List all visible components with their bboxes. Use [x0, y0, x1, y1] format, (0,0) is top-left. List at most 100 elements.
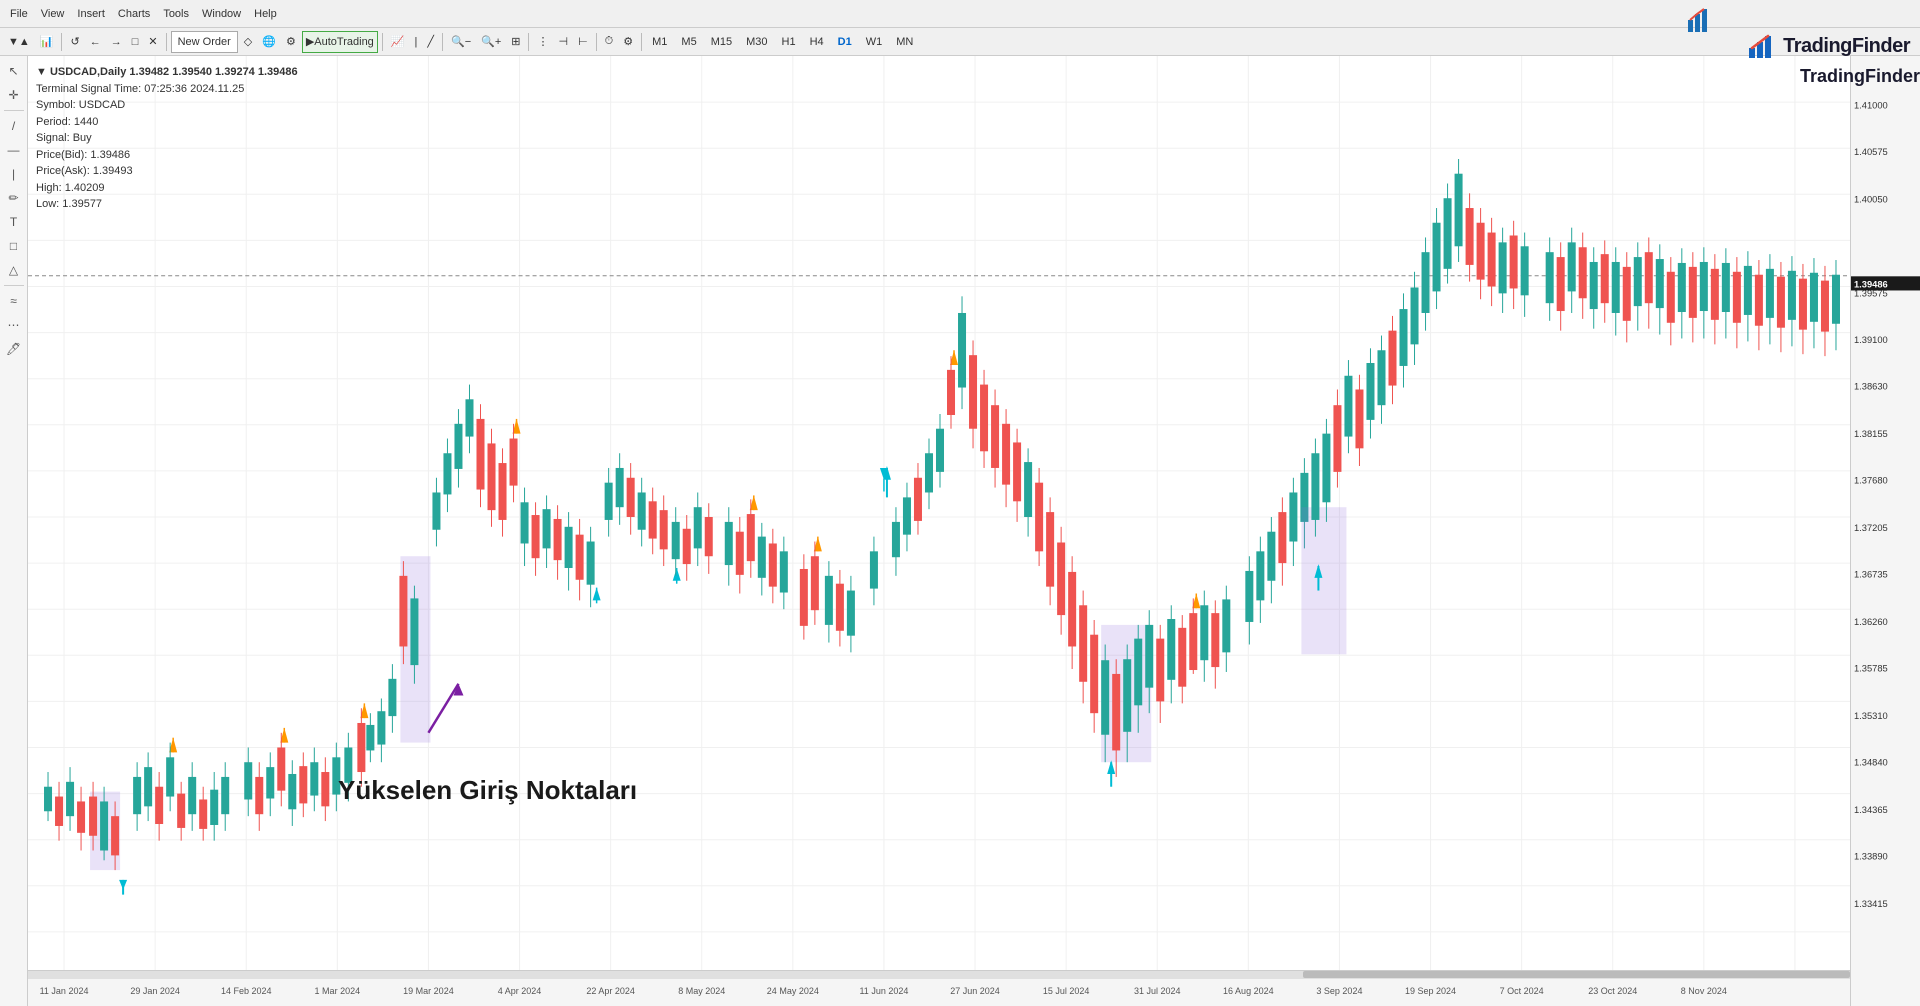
left-tool-1[interactable]: ↖ — [3, 60, 25, 82]
tf-w1[interactable]: W1 — [860, 31, 889, 53]
svg-text:1.33415: 1.33415 — [1854, 899, 1888, 910]
svg-text:1.37205: 1.37205 — [1854, 523, 1888, 534]
toolbar-refresh-btn[interactable]: ↺ — [66, 31, 83, 53]
tf-m1[interactable]: M1 — [646, 31, 673, 53]
svg-text:1.34365: 1.34365 — [1854, 805, 1888, 816]
svg-text:8 May 2024: 8 May 2024 — [678, 986, 725, 996]
menu-insert[interactable]: Insert — [71, 2, 111, 26]
chart-container: ↖ ✛ / — | ✏ T □ △ ≈ ⋯ 🖊 ▼ USDCAD,Daily 1… — [0, 56, 1920, 1006]
svg-text:1.35785: 1.35785 — [1854, 663, 1888, 674]
toolbar-zoom-out-btn[interactable]: 🔍− — [447, 31, 475, 53]
auto-trading-label: AutoTrading — [314, 36, 374, 48]
svg-text:1.38630: 1.38630 — [1854, 381, 1888, 392]
candlestick-chart — [28, 56, 1850, 978]
tf-m15[interactable]: M15 — [705, 31, 738, 53]
separator-1 — [61, 33, 62, 51]
toolbar-zoom-in-btn[interactable]: 🔍+ — [477, 31, 505, 53]
svg-text:11 Jun 2024: 11 Jun 2024 — [859, 986, 908, 996]
separator-5 — [528, 33, 529, 51]
toolbar-x-btn[interactable]: ✕ — [144, 31, 161, 53]
svg-text:1.39575: 1.39575 — [1854, 288, 1888, 299]
tf-m30[interactable]: M30 — [740, 31, 773, 53]
left-tool-12[interactable]: 🖊 — [3, 338, 25, 360]
tf-h4[interactable]: H4 — [804, 31, 830, 53]
svg-text:19 Mar 2024: 19 Mar 2024 — [403, 986, 454, 996]
menu-window[interactable]: Window — [196, 2, 247, 26]
left-tool-11[interactable]: ⋯ — [3, 314, 25, 336]
top-toolbar: ▼▲ 📊 ↺ ← → □ ✕ New Order ◇ 🌐 ⚙ ▶ AutoTra… — [0, 28, 1920, 56]
logo-text: TradingFinder — [1800, 66, 1920, 87]
left-tool-8[interactable]: □ — [3, 235, 25, 257]
left-tool-2[interactable]: ✛ — [3, 84, 25, 106]
left-tool-9[interactable]: △ — [3, 259, 25, 281]
svg-text:15 Jul 2024: 15 Jul 2024 — [1043, 986, 1090, 996]
menu-tools[interactable]: Tools — [157, 2, 195, 26]
separator-tf — [641, 33, 642, 51]
auto-trading-icon: ▶ — [306, 35, 314, 48]
chart-body: ▼ USDCAD,Daily 1.39482 1.39540 1.39274 1… — [28, 56, 1850, 1006]
svg-text:1.38155: 1.38155 — [1854, 429, 1888, 440]
toolbar-bookmark-btn[interactable]: ◇ — [240, 31, 256, 53]
toolbar-globe-btn[interactable]: 🌐 — [258, 31, 280, 53]
toolbar-settings-btn[interactable]: ⚙ — [619, 31, 637, 53]
svg-text:24 May 2024: 24 May 2024 — [767, 986, 819, 996]
left-tool-5[interactable]: | — [3, 163, 25, 185]
menu-file[interactable]: File — [4, 2, 34, 26]
toolbar-forward-btn[interactable]: → — [107, 31, 126, 53]
toolbar-back-btn[interactable]: ← — [86, 31, 105, 53]
left-tool-3[interactable]: / — [3, 115, 25, 137]
svg-text:1.33890: 1.33890 — [1854, 851, 1888, 862]
toolbar-more2-btn[interactable]: ⊢ — [574, 31, 592, 53]
svg-text:1.39100: 1.39100 — [1854, 335, 1888, 346]
left-separator — [4, 110, 24, 111]
toolbar-indicator-btn[interactable]: ⋮ — [533, 31, 552, 53]
toolbar-bar-btn[interactable]: | — [411, 31, 422, 53]
separator-4 — [442, 33, 443, 51]
tradingfinder-logo-icon — [1686, 6, 1714, 34]
tf-m5[interactable]: M5 — [675, 31, 702, 53]
price-scale: 1.41000 1.40575 1.40050 1.39486 1.39575 … — [1850, 56, 1920, 1006]
svg-text:3 Sep 2024: 3 Sep 2024 — [1316, 986, 1362, 996]
toolbar-more1-btn[interactable]: ⊣ — [554, 31, 572, 53]
separator-2 — [166, 33, 167, 51]
logo-svg-icon — [1745, 30, 1777, 62]
tf-d1[interactable]: D1 — [832, 31, 858, 53]
svg-text:29 Jan 2024: 29 Jan 2024 — [130, 986, 180, 996]
left-tool-10[interactable]: ≈ — [3, 290, 25, 312]
left-separator-2 — [4, 285, 24, 286]
svg-text:1.36260: 1.36260 — [1854, 617, 1888, 628]
tf-h1[interactable]: H1 — [776, 31, 802, 53]
svg-text:4 Apr 2024: 4 Apr 2024 — [498, 986, 542, 996]
svg-text:16 Aug 2024: 16 Aug 2024 — [1223, 986, 1274, 996]
svg-text:23 Oct 2024: 23 Oct 2024 — [1588, 986, 1637, 996]
bottom-scrollbar[interactable] — [28, 970, 1850, 978]
toolbar-grid-btn[interactable]: ⊞ — [507, 31, 524, 53]
time-axis-svg: 11 Jan 2024 29 Jan 2024 14 Feb 2024 1 Ma… — [28, 978, 1850, 1006]
toolbar-candle-btn[interactable]: 📈 — [387, 31, 409, 53]
toolbar-chart-btn[interactable]: 📊 — [36, 31, 58, 53]
svg-text:1.41000: 1.41000 — [1854, 100, 1888, 111]
toolbar-clock-btn[interactable]: ⏱ — [601, 31, 618, 53]
logo-brand-text: TradingFinder — [1783, 35, 1910, 58]
new-order-button[interactable]: New Order — [171, 31, 238, 53]
svg-text:1.35310: 1.35310 — [1854, 711, 1888, 722]
left-tool-4[interactable]: — — [3, 139, 25, 161]
toolbar-gear-btn[interactable]: ⚙ — [282, 31, 300, 53]
menu-view[interactable]: View — [35, 2, 71, 26]
toolbar-line-btn[interactable]: ╱ — [423, 31, 438, 53]
left-tool-6[interactable]: ✏ — [3, 187, 25, 209]
toolbar-arrow-btn[interactable]: ▼▲ — [4, 31, 34, 53]
svg-text:31 Jul 2024: 31 Jul 2024 — [1134, 986, 1181, 996]
menu-help[interactable]: Help — [248, 2, 283, 26]
tf-mn[interactable]: MN — [890, 31, 919, 53]
svg-text:1.40050: 1.40050 — [1854, 194, 1888, 205]
menu-bar: File View Insert Charts Tools Window Hel… — [0, 0, 1920, 28]
toolbar-square-btn[interactable]: □ — [128, 31, 143, 53]
svg-text:1.40575: 1.40575 — [1854, 147, 1888, 158]
svg-text:7 Oct 2024: 7 Oct 2024 — [1500, 986, 1544, 996]
menu-charts[interactable]: Charts — [112, 2, 156, 26]
left-tool-7[interactable]: T — [3, 211, 25, 233]
auto-trading-btn[interactable]: ▶ AutoTrading — [302, 31, 378, 53]
svg-text:19 Sep 2024: 19 Sep 2024 — [1405, 986, 1456, 996]
logo-container: TradingFinder — [1745, 30, 1910, 62]
